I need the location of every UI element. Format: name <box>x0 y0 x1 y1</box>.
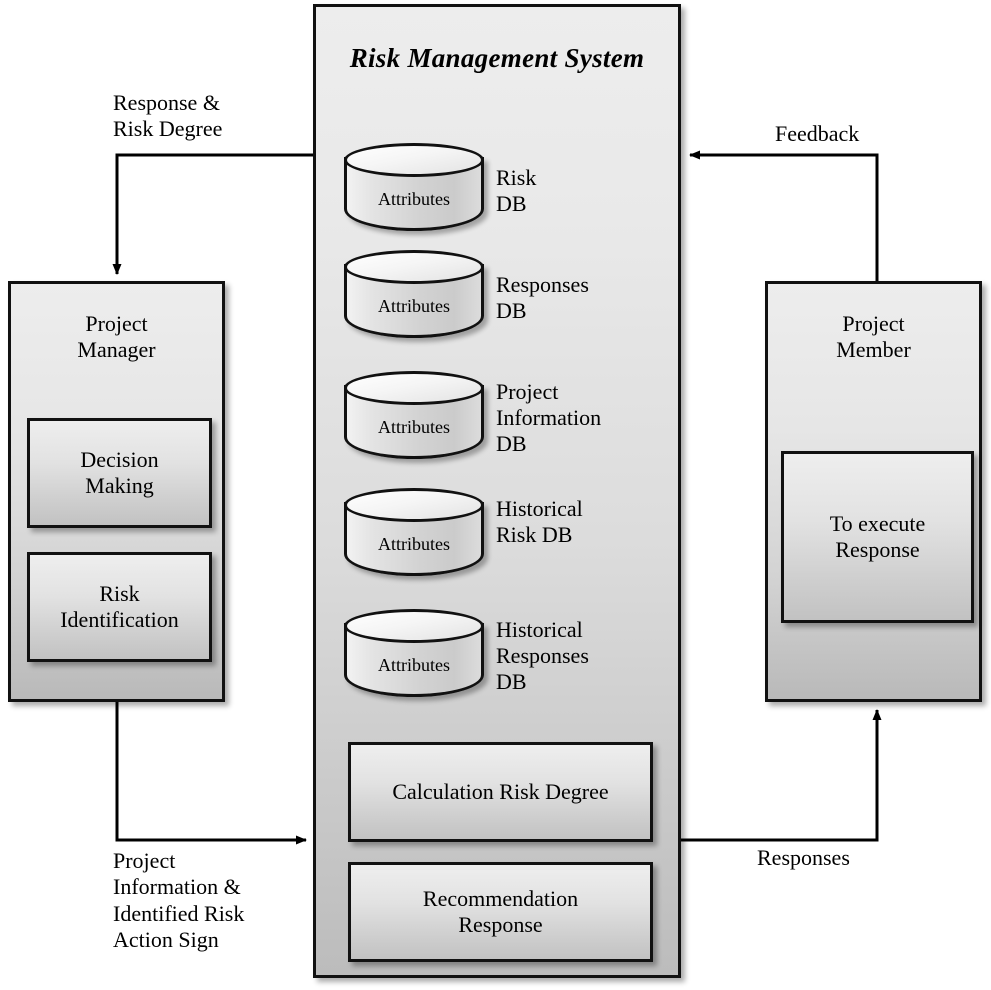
cylinder-attributes-label: Attributes <box>378 534 450 554</box>
cylinder-attributes-label: Attributes <box>378 417 450 437</box>
database-label-risk-db: Risk DB <box>496 165 537 216</box>
cylinder-top-ellipse <box>344 143 484 177</box>
connector-project-information <box>115 702 307 845</box>
cylinder-top-ellipse <box>344 488 484 522</box>
connector-label-project-information: Project Information & Identified Risk Ac… <box>113 848 245 953</box>
cylinder-attributes-label: Attributes <box>378 296 450 316</box>
risk-management-system-box[interactable]: Risk Management System Attributes Risk D… <box>313 4 681 978</box>
actor-title-project-member: Project Member <box>836 311 911 363</box>
connector-label-responses: Responses <box>757 845 850 870</box>
cylinder-top-ellipse <box>344 371 484 405</box>
process-box-recommendation-response[interactable]: Recommendation Response <box>348 862 653 962</box>
database-cylinder-risk-db[interactable]: Attributes Risk DB <box>344 143 536 231</box>
actor-box-project-member[interactable]: Project Member To execute Response <box>765 281 982 702</box>
subprocess-box-to-execute-response[interactable]: To execute Response <box>781 451 974 623</box>
connector-label-feedback: Feedback <box>775 121 860 146</box>
process-label: Calculation Risk Degree <box>392 778 609 804</box>
database-cylinder-project-information-db[interactable]: Attributes Project Information DB <box>344 371 601 459</box>
cylinder-attributes-label: Attributes <box>378 189 450 209</box>
database-label-project-information-db: Project Information DB <box>496 379 602 456</box>
database-label-historical-responses-db: Historical Responses DB <box>496 617 589 694</box>
risk-management-system-diagram: Risk Management System Attributes Risk D… <box>0 0 991 990</box>
connector-feedback <box>689 150 879 281</box>
database-label-responses-db: Responses DB <box>496 272 589 323</box>
database-cylinder-historical-responses-db[interactable]: Attributes Historical Responses DB <box>344 609 589 697</box>
actor-title-project-manager: Project Manager <box>77 311 156 363</box>
database-label-historical-risk-db: Historical Risk DB <box>496 496 583 547</box>
subprocess-box-decision-making[interactable]: Decision Making <box>27 418 212 528</box>
cylinder-top-ellipse <box>344 250 484 284</box>
connector-label-response-risk-degree: Response & Risk Degree <box>113 90 223 142</box>
cylinder-attributes-label: Attributes <box>378 655 450 675</box>
connector-response-risk-degree <box>112 153 313 275</box>
cylinder-top-ellipse <box>344 609 484 643</box>
actor-box-project-manager[interactable]: Project Manager Decision Making Risk Ide… <box>8 281 225 702</box>
database-cylinder-historical-risk-db[interactable]: Attributes Historical Risk DB <box>344 488 583 576</box>
system-title: Risk Management System <box>349 43 645 73</box>
subprocess-label: Risk Identification <box>60 580 179 632</box>
process-box-calculation-risk-degree[interactable]: Calculation Risk Degree <box>348 742 653 842</box>
subprocess-box-risk-identification[interactable]: Risk Identification <box>27 552 212 662</box>
process-label: Recommendation Response <box>422 885 579 937</box>
connector-responses <box>681 709 882 842</box>
subprocess-label: Decision Making <box>80 446 159 498</box>
database-cylinder-responses-db[interactable]: Attributes Responses DB <box>344 250 589 338</box>
subprocess-label: To execute Response <box>829 510 926 562</box>
